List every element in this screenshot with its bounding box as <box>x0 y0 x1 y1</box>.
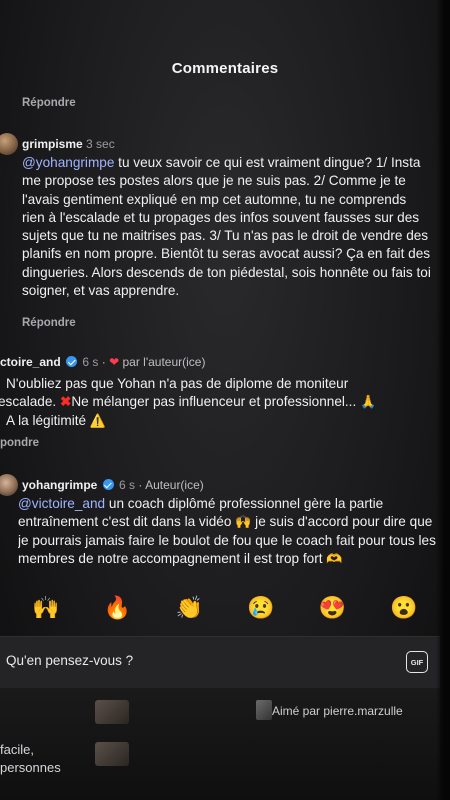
reply-button[interactable]: Répondre <box>22 317 76 329</box>
comment-body: tu veux savoir ce qui est vraiment dingu… <box>22 155 431 299</box>
avatar[interactable] <box>0 133 18 155</box>
liked-by-author-label: par l'auteur(ice) <box>122 355 206 369</box>
thumbnail-image <box>95 700 129 724</box>
praying-hands-icon: 🙏 <box>360 394 377 410</box>
comment-username[interactable]: yohangrimpe <box>22 478 97 492</box>
heart-icon: ❤ <box>109 355 120 369</box>
comment-line: N'oubliez pas que Yohan n'a pas de diplo… <box>6 376 349 391</box>
comment-meta: grimpisme 3 sec <box>22 137 115 151</box>
clapping-reaction-icon[interactable]: 👏 <box>173 597 205 619</box>
raised-hands-icon: 🙌 <box>235 514 252 530</box>
crying-reaction-icon[interactable]: 😢 <box>245 597 277 619</box>
comment-username[interactable]: grimpisme <box>22 137 83 151</box>
comment-time: 6 s <box>119 478 136 492</box>
comment-username[interactable]: ctoire_and <box>0 355 61 369</box>
mention-link[interactable]: @yohangrimpe <box>22 155 114 170</box>
comments-screen: Commentaires Répondre grimpisme 3 sec @y… <box>0 0 450 800</box>
comment-line: A la légitimité ⚠️ <box>6 412 107 428</box>
background-text: personnes <box>0 760 61 775</box>
comment-text: @victoire_and un coach diplômé professio… <box>18 496 436 566</box>
comment-input[interactable]: Qu'en pensez-vous ? <box>6 653 133 668</box>
comment-text: @yohangrimpe tu veux savoir ce qui est v… <box>22 154 432 300</box>
comment-composer[interactable]: Qu'en pensez-vous ? GIF <box>0 636 440 688</box>
warning-icon: ⚠️ <box>89 412 107 428</box>
background-text: facile, <box>0 742 34 757</box>
avatar[interactable] <box>0 474 18 496</box>
liked-by-avatar <box>256 700 272 720</box>
cross-icon: ✖ <box>59 394 72 410</box>
comment-time: 6 s <box>82 355 99 369</box>
mention-link[interactable]: @victoire_and <box>18 496 105 511</box>
page-title: Commentaires <box>171 60 279 77</box>
comment-line: escalade. ✖Ne mélanger pas influenceur e… <box>0 394 377 410</box>
comment-meta: yohangrimpe 6 s · Auteur(ice) <box>22 478 204 492</box>
surprised-reaction-icon[interactable]: 😮 <box>388 597 420 619</box>
reply-button[interactable]: pondre <box>0 437 39 449</box>
verified-icon <box>102 479 114 490</box>
gif-button[interactable]: GIF <box>406 651 428 673</box>
heart-eyes-reaction-icon[interactable]: 😍 <box>316 597 348 619</box>
comment-time: 3 sec <box>86 137 115 151</box>
thumbnail-image <box>95 742 129 766</box>
screen-bezel <box>436 0 450 800</box>
comment-meta: ctoire_and 6 s · ❤ par l'auteur(ice) <box>0 355 206 369</box>
reaction-bar: 🙌 🔥 👏 😢 😍 😮 <box>0 586 450 630</box>
liked-by-text: Aimé par pierre.marzulle <box>272 704 403 718</box>
fire-reaction-icon[interactable]: 🔥 <box>101 597 133 619</box>
comment-text: N'oubliez pas que Yohan n'a pas de diplo… <box>0 375 446 430</box>
smile-icon: 🫶 <box>326 550 343 566</box>
verified-icon <box>66 356 78 367</box>
raised-hands-reaction-icon[interactable]: 🙌 <box>30 597 62 619</box>
author-badge: Auteur(ice) <box>145 478 204 492</box>
reply-button[interactable]: Répondre <box>22 97 76 109</box>
